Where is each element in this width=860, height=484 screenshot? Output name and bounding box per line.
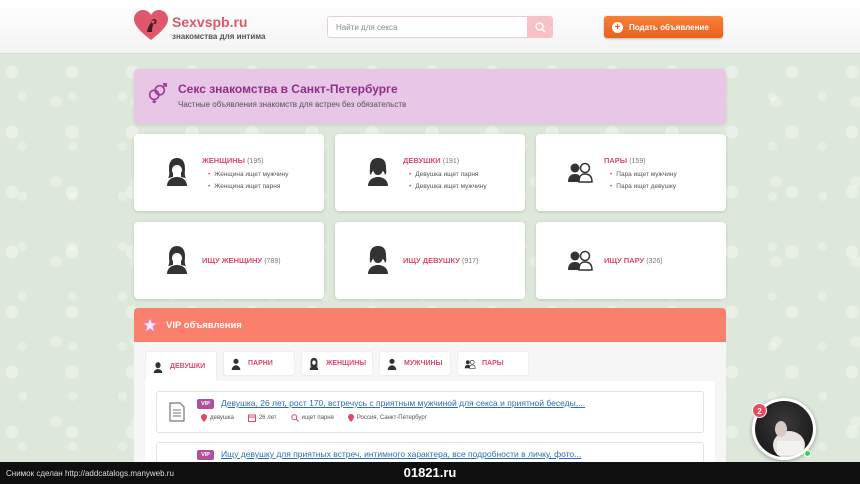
page-title: Секс знакомства в Санкт-Петербурге [178,82,398,96]
ad-meta-seeking: ищет парня [301,415,334,421]
seek-card-couple[interactable]: ИЩУ ПАРУ (326) [536,222,726,299]
location-pin-icon [347,414,354,422]
ad-meta: девушка 26 лет ищет парня Россия, Санкт-… [201,414,441,422]
page-subtitle: Частные объявления знакомств для встреч … [178,100,407,109]
category-title: ПАРЫ (159) [604,156,646,165]
plus-icon: + [612,21,623,33]
category-card-women[interactable]: ЖЕНЩИНЫ (195) Женщина ищет мужчину Женщи… [134,134,324,211]
category-link[interactable]: Пара ищет мужчину [610,169,676,181]
girl-icon [153,361,163,373]
seek-card-woman[interactable]: ИЩУ ЖЕНЩИНУ (789) [134,222,324,299]
category-links: Женщина ищет мужчину Женщина ищет парня [208,169,288,193]
category-link[interactable]: Девушка ищет мужчину [409,181,486,193]
category-links: Пара ищет мужчину Пара ищет девушку [610,169,677,193]
site-logo[interactable]: Sexvspb.ru знакомства для интима [134,10,274,46]
calendar-icon [247,414,256,422]
couple-icon [568,162,593,183]
hero-banner: Секс знакомства в Санкт-Петербурге Частн… [134,69,726,124]
ad-title-link[interactable]: Ищу девушку для приятных встреч, интимно… [221,449,581,459]
screenshot-caption-bar: Снимок сделан http://addcatalogs.manyweb… [0,462,860,484]
tab-men[interactable]: МУЖЧИНЫ [379,351,451,376]
woman-icon [309,357,319,370]
chat-widget[interactable]: 2 [752,398,820,460]
caption-site: 01821.ru [403,465,457,480]
vip-badge: VIP [197,399,214,409]
search-form [327,16,553,38]
man-icon [387,358,397,370]
tab-girls[interactable]: ДЕВУШКИ [145,351,217,381]
seek-title: ИЩУ ДЕВУШКУ (917) [403,256,479,265]
couple-icon [464,359,476,369]
online-indicator-icon [804,450,811,457]
notification-badge: 2 [752,403,767,418]
seek-title: ИЩУ ЖЕНЩИНУ (789) [202,256,281,265]
add-listing-button[interactable]: + Подать объявление [604,16,723,38]
tab-label: МУЖЧИНЫ [404,360,443,367]
gender-symbols-icon [148,83,167,104]
tab-label: ЖЕНЩИНЫ [326,360,367,367]
vip-section-header: VIP объявления [134,308,726,342]
search-icon [290,414,299,422]
tab-label: ПАРНИ [248,360,273,367]
ad-meta-location: Россия, Санкт-Петербург [356,415,427,421]
girl-icon [368,158,388,186]
category-title: ДЕВУШКИ (191) [403,156,460,165]
girl-icon [368,246,388,274]
ad-meta-gender: девушка [210,415,234,421]
couple-icon [568,250,593,271]
category-link[interactable]: Женщина ищет мужчину [208,169,288,181]
star-icon [142,317,158,333]
logo-tagline: знакомства для интима [172,32,266,41]
category-title: ЖЕНЩИНЫ (195) [202,156,264,165]
vip-badge: VIP [197,450,214,460]
category-links: Девушка ищет парня Девушка ищет мужчину [409,169,487,193]
tab-guys[interactable]: ПАРНИ [223,351,295,376]
add-listing-label: Подать объявление [629,22,709,32]
category-card-girls[interactable]: ДЕВУШКИ (191) Девушка ищет парня Девушка… [335,134,525,211]
seek-title: ИЩУ ПАРУ (326) [604,256,663,265]
woman-icon [167,158,187,186]
tab-couples[interactable]: ПАРЫ [457,351,529,376]
vip-section-title: VIP объявления [166,320,242,331]
document-icon [169,402,185,422]
vip-ad-item[interactable]: VIP Ищу девушку для приятных встреч, инт… [156,442,704,462]
tab-label: ПАРЫ [482,360,504,367]
tab-label: ДЕВУШКИ [170,362,206,370]
category-card-couples[interactable]: ПАРЫ (159) Пара ищет мужчину Пара ищет д… [536,134,726,211]
heart-logo-icon [134,10,168,40]
site-header: Sexvspb.ru знакомства для интима + Подат… [0,0,860,54]
tab-women[interactable]: ЖЕНЩИНЫ [301,351,373,376]
search-icon [534,21,546,33]
man-icon [231,358,241,370]
logo-name: Sexvspb.ru [172,14,248,30]
category-link[interactable]: Женщина ищет парня [208,181,288,193]
vip-ad-item[interactable]: VIP Девушка, 26 лет, рост 170, встречусь… [156,391,704,433]
category-link[interactable]: Пара ищет девушку [610,181,677,193]
seek-card-girl[interactable]: ИЩУ ДЕВУШКУ (917) [335,222,525,299]
search-button[interactable] [527,16,553,38]
location-pin-icon [201,414,207,422]
search-input[interactable] [327,16,527,38]
ad-title-link[interactable]: Девушка, 26 лет, рост 170, встречусь с п… [221,398,585,408]
category-link[interactable]: Девушка ищет парня [409,169,487,181]
woman-icon [167,246,187,274]
ad-meta-age: 26 лет [258,415,277,421]
